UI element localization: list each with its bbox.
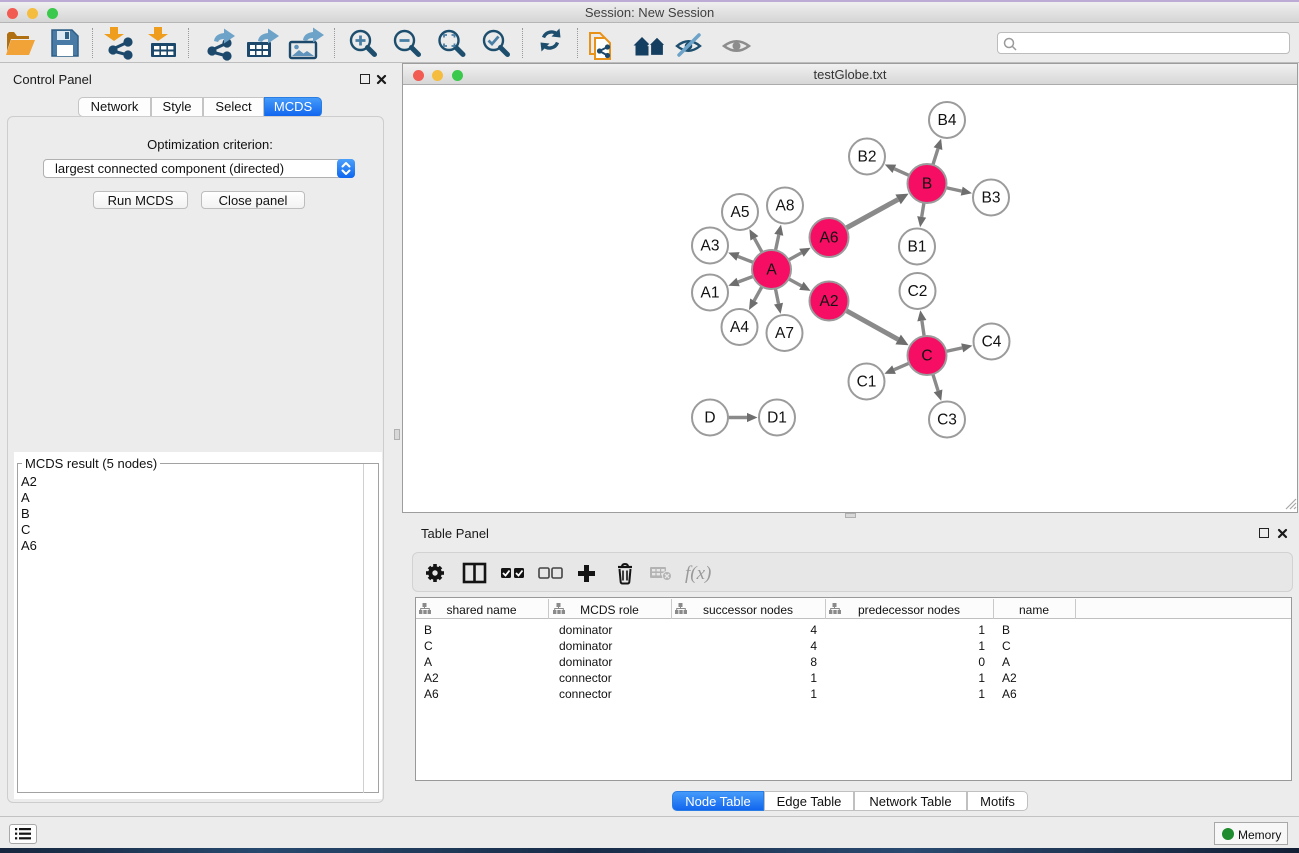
- svg-text:A: A: [766, 262, 777, 279]
- svg-text:C1: C1: [857, 374, 877, 391]
- svg-text:f(x): f(x): [685, 563, 711, 584]
- svg-text:A8: A8: [776, 198, 795, 215]
- svg-text:A6: A6: [820, 230, 839, 247]
- svg-text:A1: A1: [701, 285, 720, 302]
- svg-text:B3: B3: [982, 190, 1001, 207]
- svg-text:A7: A7: [775, 325, 794, 342]
- svg-text:C: C: [921, 348, 932, 365]
- svg-text:B: B: [922, 176, 932, 193]
- svg-text:A5: A5: [731, 204, 750, 221]
- svg-text:C4: C4: [982, 334, 1002, 351]
- svg-text:B2: B2: [858, 149, 877, 166]
- svg-text:A4: A4: [730, 319, 749, 336]
- svg-text:D1: D1: [767, 410, 787, 427]
- svg-text:B1: B1: [908, 239, 927, 256]
- svg-text:A3: A3: [701, 238, 720, 255]
- svg-text:C2: C2: [908, 283, 928, 300]
- svg-text:D: D: [704, 410, 715, 427]
- svg-text:A2: A2: [820, 293, 839, 310]
- svg-text:B4: B4: [938, 112, 957, 129]
- svg-text:C3: C3: [937, 412, 957, 429]
